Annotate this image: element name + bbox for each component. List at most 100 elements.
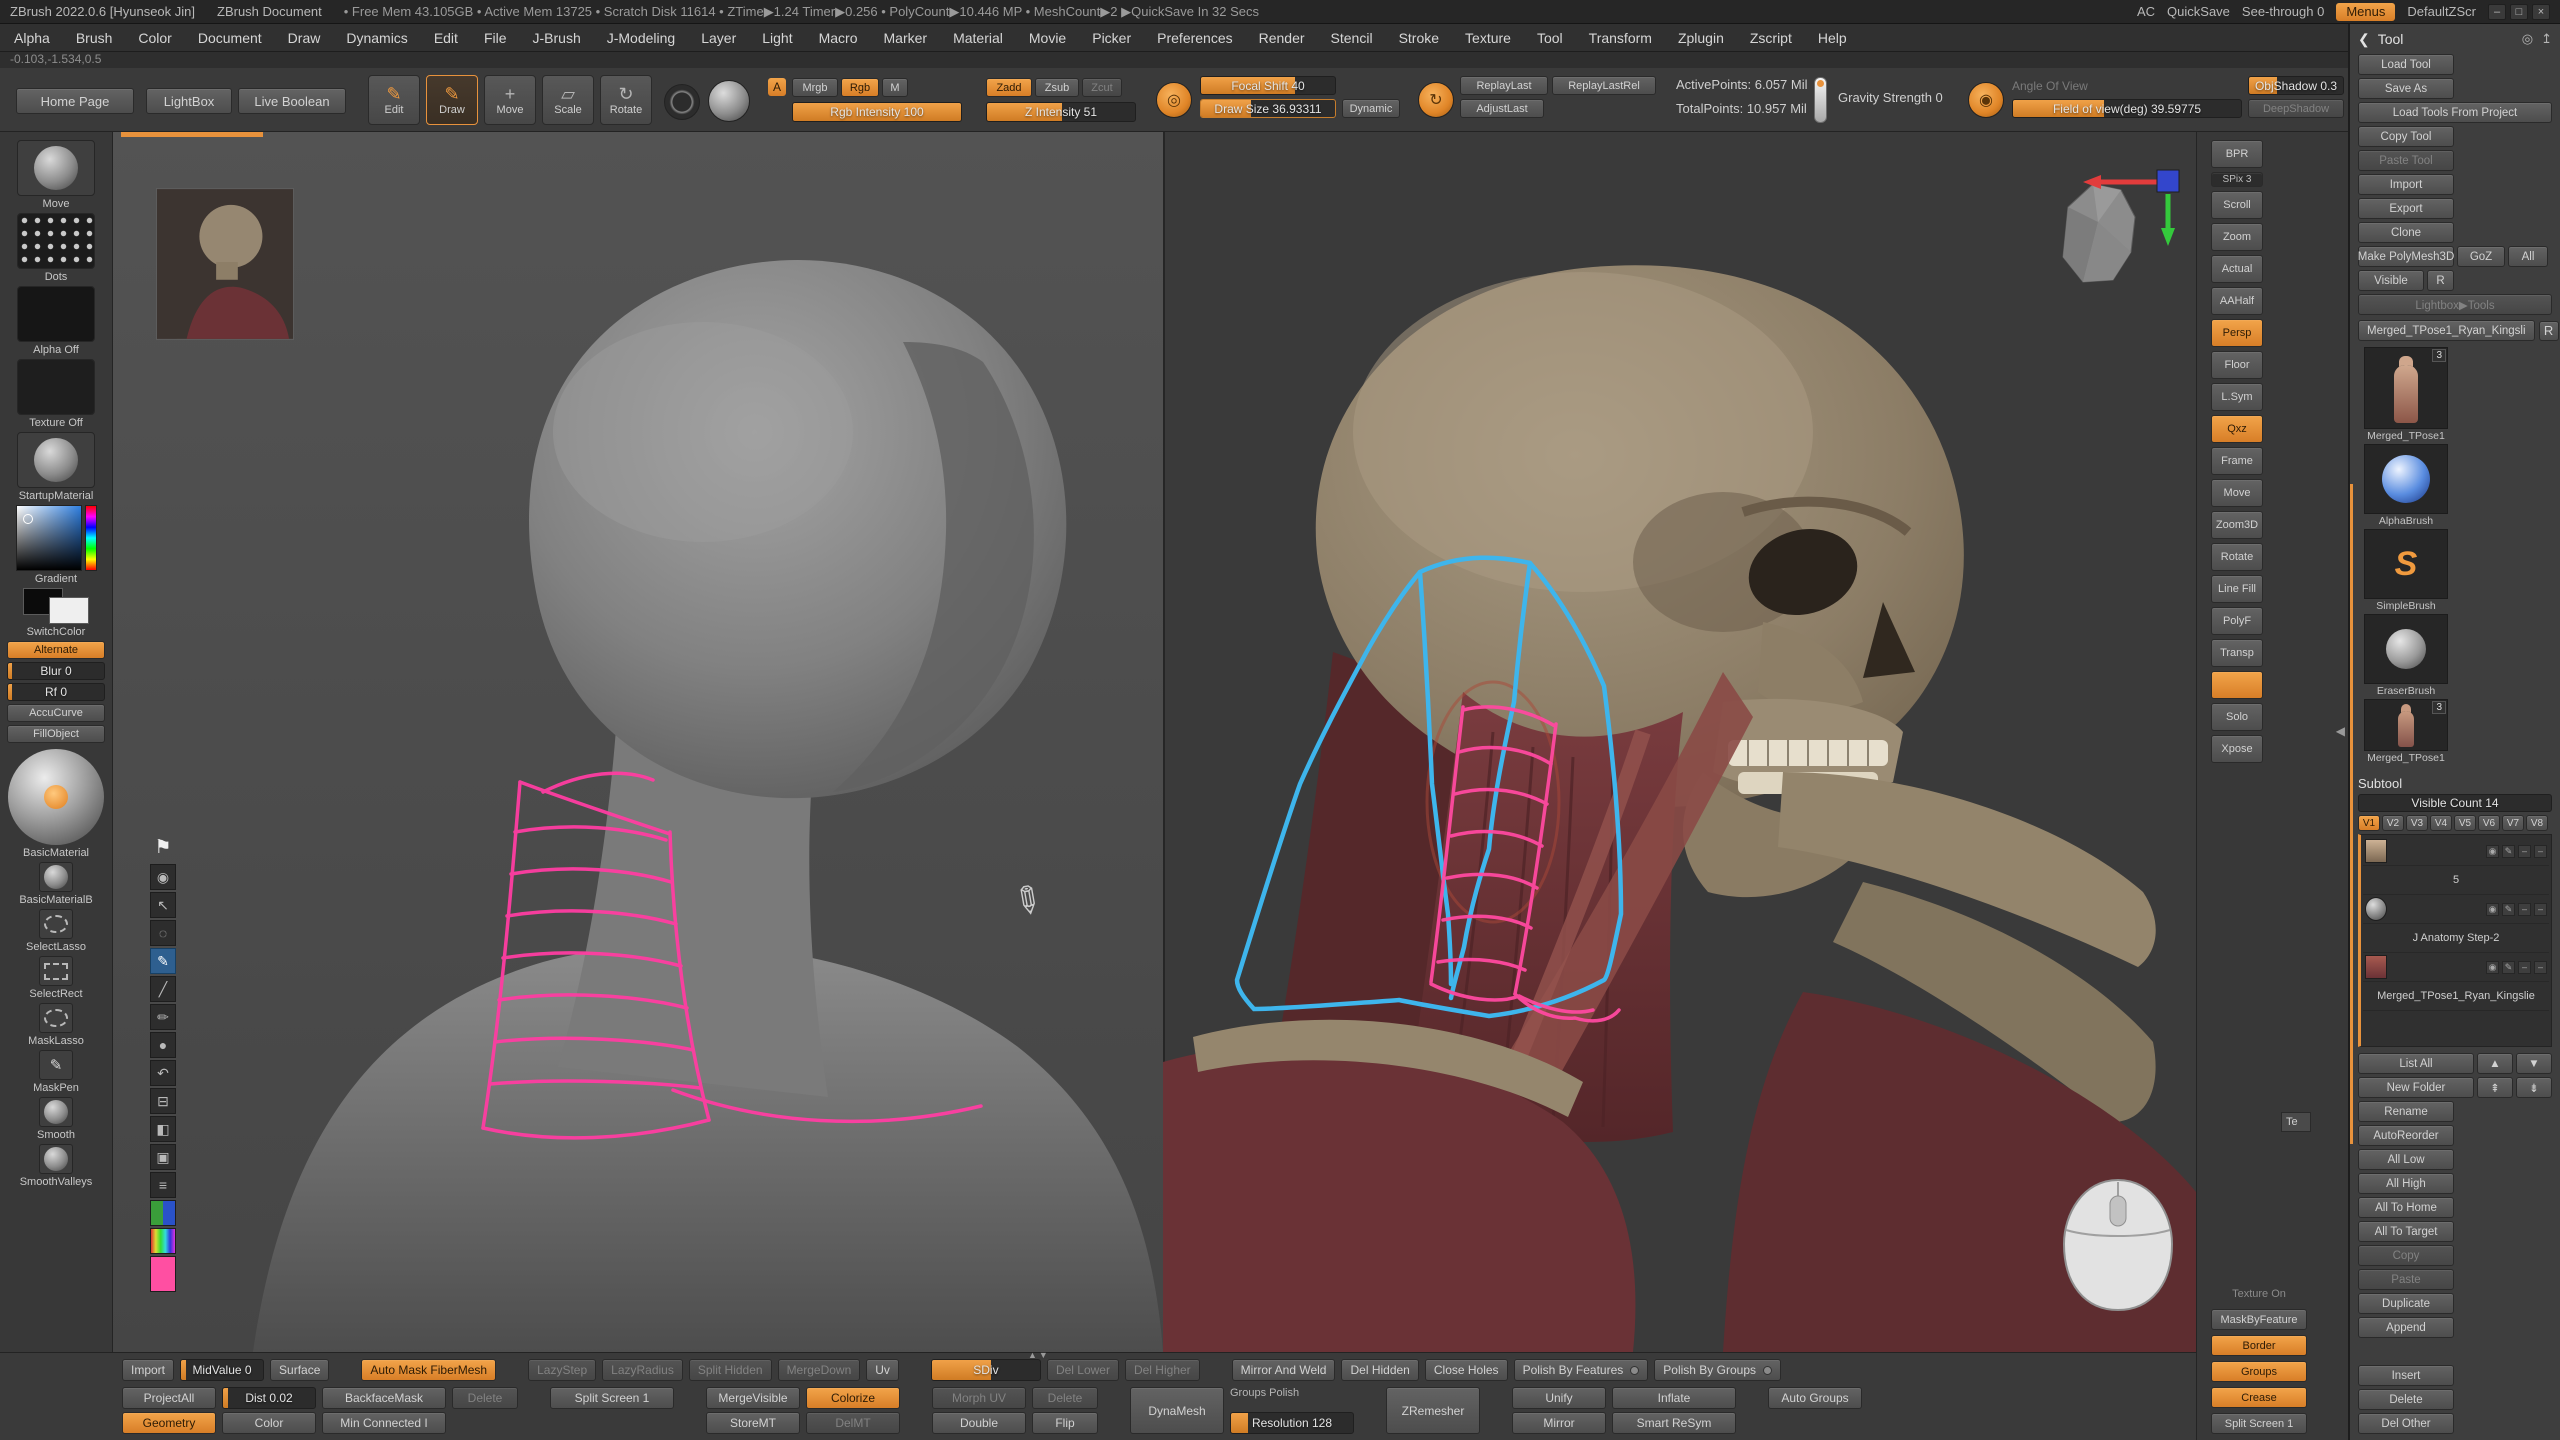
fillobject-button[interactable]: FillObject — [7, 725, 105, 743]
bottom-button[interactable]: Flip — [1032, 1412, 1098, 1434]
tool-r-button[interactable]: R — [2539, 321, 2559, 341]
bottom-button[interactable]: Colorize — [806, 1387, 900, 1409]
paint-icon[interactable]: ✎ — [2502, 845, 2515, 858]
insert-button[interactable]: Insert — [2358, 1365, 2454, 1386]
tray-scrollbar[interactable] — [2350, 484, 2353, 1144]
append-button[interactable]: Append — [2358, 1317, 2454, 1338]
color-picker[interactable]: Gradient — [16, 505, 97, 585]
menu-item[interactable]: J-Brush — [533, 30, 581, 46]
del-higher-button[interactable]: Del Higher — [1125, 1359, 1200, 1381]
masklasso-thumb[interactable]: MaskLasso — [28, 1003, 84, 1047]
pencil-tool-icon[interactable]: ✏ — [150, 1004, 176, 1030]
material-preview-sphere[interactable] — [708, 80, 750, 122]
menu-item[interactable]: File — [484, 30, 507, 46]
xyz-symmetry-button[interactable]: Qxz — [2211, 415, 2263, 443]
field-of-view-slider[interactable]: Field of view(deg) 39.59775 — [2012, 99, 2242, 118]
menu-item[interactable]: Layer — [701, 30, 736, 46]
line-tool-icon[interactable]: ╱ — [150, 976, 176, 1002]
scroll-button[interactable]: Scroll — [2211, 191, 2263, 219]
notes-icon[interactable]: ≡ — [150, 1172, 176, 1198]
menu-item[interactable]: Document — [198, 30, 262, 46]
minimize-icon[interactable]: – — [2488, 4, 2506, 20]
bottom-button[interactable]: Resolution 128 — [1230, 1412, 1354, 1434]
gravity-strength-slider[interactable]: Gravity Strength 0 — [1838, 90, 1943, 105]
subtool-view-tab[interactable]: V4 — [2430, 815, 2452, 831]
tool-thumb-eraserbrush[interactable]: EraserBrush — [2358, 614, 2454, 697]
viewport-canvas[interactable]: ✎ — [113, 132, 2196, 1352]
clone-button[interactable]: Clone — [2358, 222, 2454, 243]
menu-item[interactable]: Macro — [819, 30, 858, 46]
gravity-widget[interactable] — [1814, 77, 1827, 123]
tray-collapse-arrow[interactable]: ◀ — [2336, 724, 2345, 738]
list-all-button[interactable]: List All — [2358, 1053, 2474, 1074]
focal-shift-slider[interactable]: Focal Shift 40 — [1200, 76, 1336, 95]
tool-thumb-merged-tpose1[interactable]: 3 Merged_TPose1 — [2358, 347, 2454, 442]
fill-bucket-icon[interactable]: ◧ — [150, 1116, 176, 1142]
goz-all-button[interactable]: All — [2508, 246, 2548, 267]
goz-button[interactable]: GoZ — [2457, 246, 2505, 267]
bottom-button[interactable]: BackfaceMask — [322, 1387, 446, 1409]
bottom-button[interactable]: Inflate — [1612, 1387, 1736, 1409]
bottom-button[interactable]: Delete — [452, 1387, 518, 1409]
menu-item[interactable]: J-Modeling — [607, 30, 675, 46]
startup-material-thumb[interactable]: StartupMaterial — [17, 432, 95, 502]
bottom-button[interactable]: Geometry — [122, 1412, 216, 1434]
pen-tool-icon[interactable]: ✎ — [150, 948, 176, 974]
zoom3d-button[interactable]: Zoom3D — [2211, 511, 2263, 539]
import-tool-button[interactable]: Import — [2358, 174, 2454, 195]
subtool-row[interactable]: 5 — [2363, 866, 2549, 895]
zadd-button[interactable]: Zadd — [986, 78, 1032, 97]
swatch-rainbow[interactable] — [150, 1228, 176, 1254]
border-button[interactable]: Border — [2211, 1335, 2307, 1356]
persp-button[interactable]: Persp — [2211, 319, 2263, 347]
solo-button[interactable]: Solo — [2211, 703, 2263, 731]
visible-count-slider[interactable]: Visible Count 14 — [2358, 794, 2552, 812]
zcut-button[interactable]: Zcut — [1082, 78, 1122, 97]
duplicate-button[interactable]: Duplicate — [2358, 1293, 2454, 1314]
tool-thumb-alphabrush[interactable]: AlphaBrush — [2358, 444, 2454, 527]
paste-tool-button[interactable]: Paste Tool — [2358, 150, 2454, 171]
selectrect-thumb[interactable]: SelectRect — [29, 956, 82, 1000]
live-boolean-button[interactable]: Live Boolean — [238, 88, 346, 114]
bottom-button[interactable]: Min Connected I — [322, 1412, 446, 1434]
lightbox-tools-button[interactable]: Lightbox▶Tools — [2358, 294, 2552, 315]
saturation-square[interactable] — [16, 505, 82, 571]
zsub-button[interactable]: Zsub — [1035, 78, 1079, 97]
menu-item[interactable]: Material — [953, 30, 1003, 46]
anatomy-thumbnail[interactable] — [156, 188, 294, 340]
draw-mode-button[interactable]: ✎ Draw — [426, 75, 478, 125]
bottom-button[interactable]: Dist 0.02 — [222, 1387, 316, 1409]
fold-up-button[interactable]: ⇞ — [2477, 1077, 2513, 1098]
alternate-button[interactable]: Alternate — [7, 641, 105, 659]
del-hidden-button[interactable]: Del Hidden — [1341, 1359, 1418, 1381]
search-icon[interactable]: ◎ — [2522, 31, 2533, 47]
menu-item[interactable]: Render — [1259, 30, 1305, 46]
autoreorder-button[interactable]: AutoReorder — [2358, 1125, 2454, 1146]
visibility-tool-icon[interactable]: ◉ — [150, 864, 176, 890]
transparency-button[interactable]: Transp — [2211, 639, 2263, 667]
polyframe-button[interactable]: PolyF — [2211, 607, 2263, 635]
local-symmetry-button[interactable]: L.Sym — [2211, 383, 2263, 411]
maskpen-thumb[interactable]: MaskPen — [33, 1050, 79, 1094]
copy-icon[interactable]: ▣ — [150, 1144, 176, 1170]
marker-pin-icon[interactable]: ⚑ — [150, 832, 176, 862]
all-high-button[interactable]: All High — [2358, 1173, 2454, 1194]
subtool-view-tab[interactable]: V8 — [2526, 815, 2548, 831]
menu-item[interactable]: Movie — [1029, 30, 1066, 46]
swatch-pink[interactable] — [150, 1256, 176, 1292]
ghost-preview-button[interactable] — [2211, 671, 2263, 699]
undo-icon[interactable]: ↶ — [150, 1060, 176, 1086]
dot-brush-icon[interactable]: ● — [150, 1032, 176, 1058]
visibility-eye-icon[interactable]: ◉ — [2486, 903, 2499, 916]
menu-item[interactable]: Preferences — [1157, 30, 1232, 46]
paste-subtool-button[interactable]: Paste — [2358, 1269, 2454, 1290]
floor-button[interactable]: Floor — [2211, 351, 2263, 379]
subtool-slider-icon[interactable]: ‒ — [2518, 845, 2531, 858]
all-to-target-button[interactable]: All To Target — [2358, 1221, 2454, 1242]
copy-subtool-button[interactable]: Copy — [2358, 1245, 2454, 1266]
crease-button[interactable]: Crease — [2211, 1387, 2307, 1408]
split-screen-button[interactable]: Split Screen 1 — [2211, 1413, 2307, 1434]
subtool-slider2-icon[interactable]: ‒ — [2534, 961, 2547, 974]
menu-item[interactable]: Color — [138, 30, 171, 46]
xpose-button[interactable]: Xpose — [2211, 735, 2263, 763]
